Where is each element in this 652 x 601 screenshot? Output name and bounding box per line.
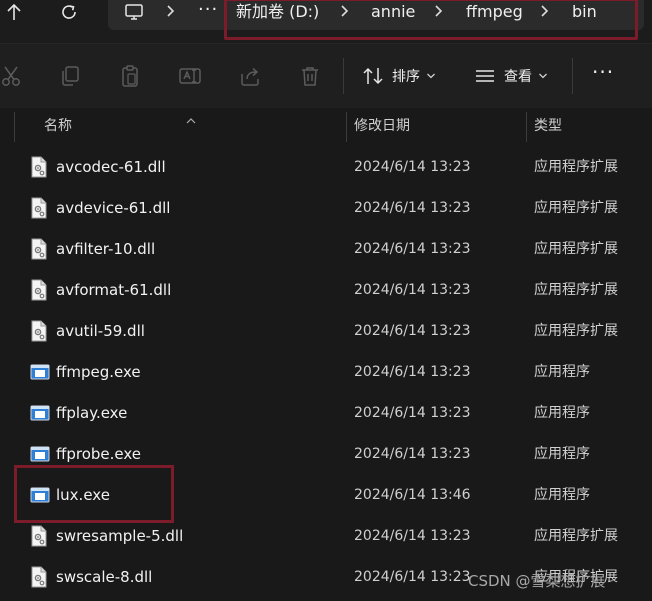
file-row[interactable]: avfilter-10.dll 2024/6/14 13:23 应用程序扩展	[0, 229, 652, 270]
paste-icon[interactable]	[118, 64, 142, 88]
column-header-modified[interactable]: 修改日期	[354, 108, 410, 144]
dll-file-icon	[30, 525, 48, 547]
file-explorer-window: ··· 新加卷 (D:) annie ffmpeg bin 排序 查看 ··· …	[0, 0, 652, 601]
copy-icon[interactable]	[58, 64, 82, 88]
more-options-button[interactable]: ···	[592, 58, 614, 86]
dll-file-icon	[30, 156, 48, 178]
up-button[interactable]	[0, 0, 28, 24]
file-date: 2024/6/14 13:23	[354, 569, 471, 585]
command-bar: 排序 查看 ···	[0, 44, 652, 108]
file-list: avcodec-61.dll 2024/6/14 13:23 应用程序扩展 av…	[0, 147, 652, 598]
file-name: avutil-59.dll	[56, 322, 145, 340]
file-type: 应用程序	[534, 405, 590, 421]
file-date: 2024/6/14 13:23	[354, 159, 471, 175]
file-name: avfilter-10.dll	[56, 240, 156, 258]
row-highlight-box	[14, 465, 174, 523]
delete-icon[interactable]	[298, 64, 322, 88]
file-type: 应用程序	[534, 487, 590, 503]
dll-file-icon	[30, 238, 48, 260]
watermark: CSDN @雪梨想扩展	[468, 572, 606, 590]
rename-icon[interactable]	[178, 64, 202, 88]
file-type: 应用程序扩展	[534, 159, 618, 175]
file-date: 2024/6/14 13:23	[354, 200, 471, 216]
sort-label: 排序	[392, 69, 420, 85]
file-date: 2024/6/14 13:23	[354, 282, 471, 298]
file-name: avdevice-61.dll	[56, 199, 171, 217]
file-type: 应用程序扩展	[534, 528, 618, 544]
exe-file-icon	[30, 404, 50, 426]
file-date: 2024/6/14 13:23	[354, 364, 471, 380]
refresh-icon	[62, 5, 76, 19]
dll-file-icon	[30, 197, 48, 219]
file-date: 2024/6/14 13:23	[354, 528, 471, 544]
column-divider[interactable]	[526, 112, 527, 142]
view-list-icon	[476, 70, 494, 82]
dll-file-icon	[30, 279, 48, 301]
file-row[interactable]: avcodec-61.dll 2024/6/14 13:23 应用程序扩展	[0, 147, 652, 188]
file-row[interactable]: ffmpeg.exe 2024/6/14 13:23 应用程序	[0, 352, 652, 393]
dll-file-icon	[30, 566, 48, 588]
file-name: ffplay.exe	[56, 404, 128, 422]
address-bar-row: ··· 新加卷 (D:) annie ffmpeg bin	[0, 0, 652, 44]
path-highlight-box	[224, 0, 638, 40]
view-label: 查看	[504, 69, 532, 85]
file-type: 应用程序扩展	[534, 241, 618, 257]
view-button[interactable]: 查看	[474, 62, 548, 90]
chevron-down-icon	[427, 73, 435, 79]
file-row[interactable]: ffplay.exe 2024/6/14 13:23 应用程序	[0, 393, 652, 434]
sort-ascending-icon	[185, 110, 197, 124]
file-type: 应用程序扩展	[534, 323, 618, 339]
file-row[interactable]: avdevice-61.dll 2024/6/14 13:23 应用程序扩展	[0, 188, 652, 229]
toolbar-divider	[343, 58, 344, 94]
more-locations-button[interactable]: ···	[198, 0, 218, 22]
refresh-button[interactable]	[55, 0, 83, 24]
monitor-icon	[125, 4, 143, 20]
column-header: 名称 修改日期 类型	[0, 108, 652, 144]
toolbar-divider	[572, 58, 573, 94]
exe-file-icon	[30, 363, 50, 385]
file-type: 应用程序	[534, 446, 590, 462]
exe-file-icon	[30, 445, 50, 467]
column-header-name[interactable]: 名称	[44, 108, 72, 144]
chevron-down-icon	[539, 73, 547, 79]
file-name: ffmpeg.exe	[56, 363, 141, 381]
file-name: avformat-61.dll	[56, 281, 172, 299]
file-date: 2024/6/14 13:23	[354, 405, 471, 421]
file-name: avcodec-61.dll	[56, 158, 166, 176]
file-type: 应用程序	[534, 364, 590, 380]
column-divider	[14, 112, 15, 142]
sort-button[interactable]: 排序	[362, 62, 436, 90]
cut-icon[interactable]	[0, 64, 24, 88]
column-divider[interactable]	[346, 112, 347, 142]
file-date: 2024/6/14 13:23	[354, 241, 471, 257]
file-row[interactable]: avformat-61.dll 2024/6/14 13:23 应用程序扩展	[0, 270, 652, 311]
dll-file-icon	[30, 320, 48, 342]
file-name: swscale-8.dll	[56, 568, 153, 586]
share-icon[interactable]	[238, 64, 262, 88]
file-row[interactable]: avutil-59.dll 2024/6/14 13:23 应用程序扩展	[0, 311, 652, 352]
chevron-right-icon	[164, 3, 178, 21]
arrow-up-icon	[7, 3, 21, 20]
file-date: 2024/6/14 13:23	[354, 446, 471, 462]
column-header-type[interactable]: 类型	[534, 108, 562, 144]
file-type: 应用程序扩展	[534, 282, 618, 298]
file-date: 2024/6/14 13:46	[354, 487, 471, 503]
file-date: 2024/6/14 13:23	[354, 323, 471, 339]
this-pc-button[interactable]	[120, 0, 148, 24]
file-type: 应用程序扩展	[534, 200, 618, 216]
sort-icon	[363, 67, 383, 85]
